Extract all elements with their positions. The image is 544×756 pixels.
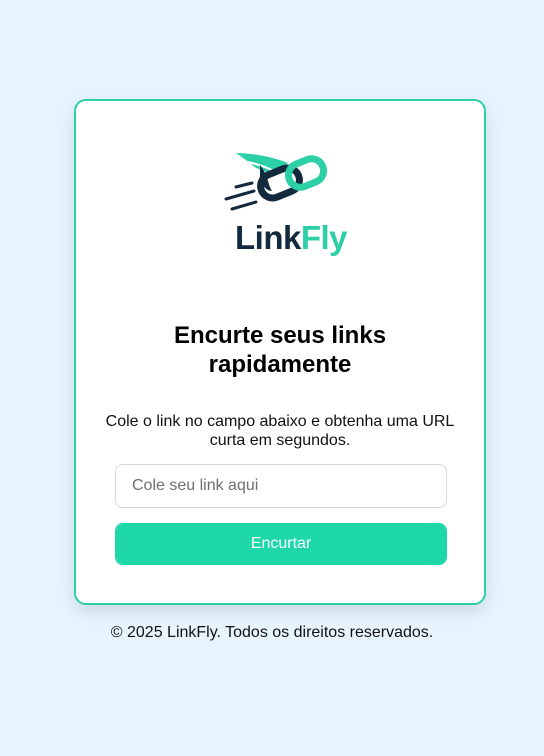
brand-logo: LinkFly xyxy=(222,151,348,261)
brand-wordmark: LinkFly xyxy=(235,219,348,256)
page-subtitle: Cole o link no campo abaixo e obtenha um… xyxy=(105,413,455,449)
footer-copyright: © 2025 LinkFly. Todos os direitos reserv… xyxy=(110,624,434,641)
brand-name-part1: Link xyxy=(235,219,301,256)
url-input[interactable] xyxy=(115,464,447,508)
shorten-button[interactable]: Encurtar xyxy=(115,523,447,565)
brand-name-part2: Fly xyxy=(300,219,348,256)
page-title: Encurte seus links rapidamente xyxy=(173,322,387,378)
shortener-card: LinkFly Encurte seus links rapidamente C… xyxy=(74,99,486,605)
flying-chain-link-icon xyxy=(224,153,328,211)
